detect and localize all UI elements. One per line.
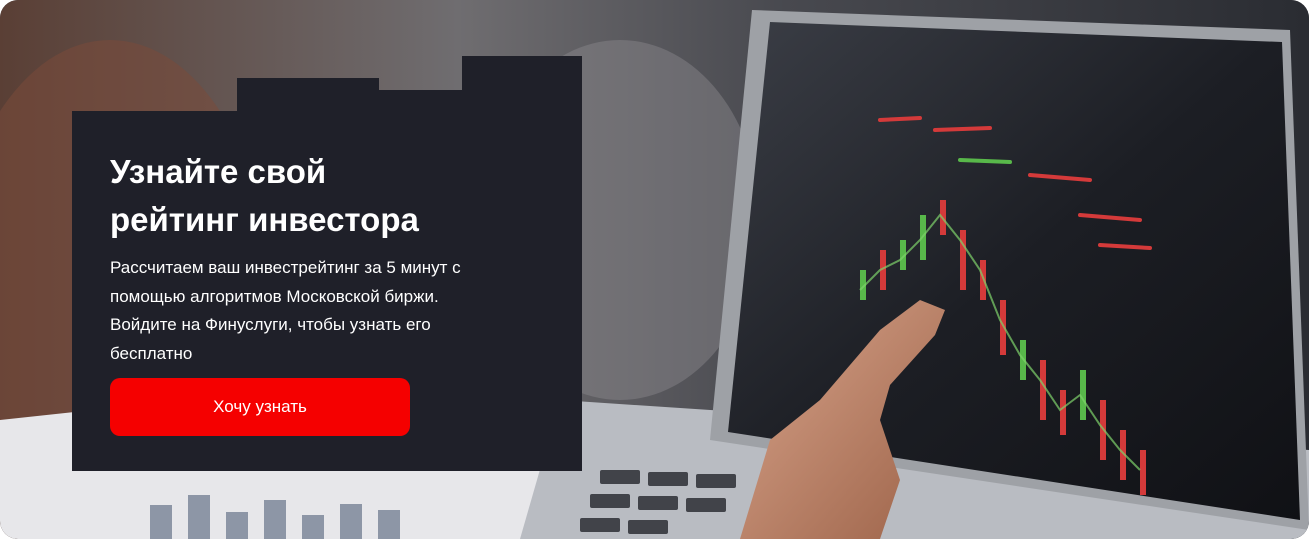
description-line: бесплатно <box>110 343 193 363</box>
investor-rating-banner: Узнайте свой рейтинг инвестора Рассчитае… <box>0 0 1309 539</box>
title-line: рейтинг инвестора <box>110 201 419 238</box>
want-to-know-button[interactable]: Хочу узнать <box>110 378 410 436</box>
description-line: помощью алгоритмов Московской биржи. <box>110 286 439 306</box>
description-line: Войдите на Финуслуги, чтобы узнать его <box>110 315 431 334</box>
promo-card: Узнайте свой рейтинг инвестора Рассчитае… <box>72 56 582 471</box>
title-line: Узнайте свой <box>110 153 327 190</box>
page-title: Узнайте свой рейтинг инвестора <box>110 148 550 244</box>
description-line: Рассчитаем ваш инвестрейтинг за 5 минут … <box>110 258 461 277</box>
promo-description: Рассчитаем ваш инвестрейтинг за 5 минут … <box>110 254 540 368</box>
